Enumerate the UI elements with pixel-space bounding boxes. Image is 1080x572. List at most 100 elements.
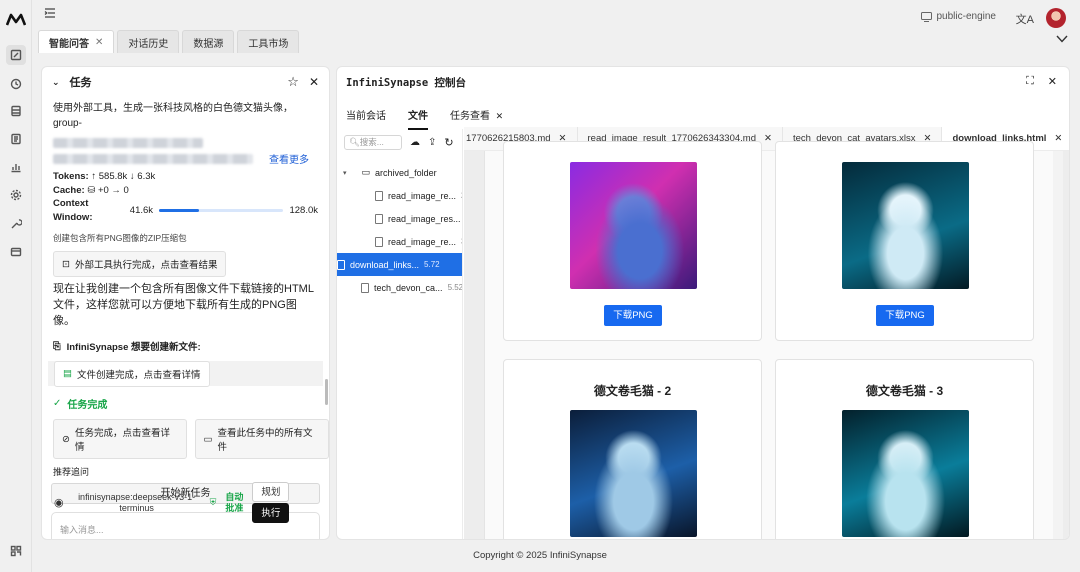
check-circle-icon: ⊘ [62, 433, 70, 445]
suggested-label: 推荐追问 [53, 467, 90, 477]
tokens-down: ↓ 6.3k [129, 171, 156, 182]
plan-button[interactable]: 规划 [252, 482, 290, 502]
tree-file[interactable]: read_image_res... [337, 207, 462, 230]
file-icon [375, 236, 383, 247]
terminal-icon: ⊡ [62, 258, 70, 270]
nav-chart-icon[interactable] [6, 157, 26, 177]
infinisynapse-logo-icon[interactable] [6, 12, 26, 28]
cat-image [570, 162, 697, 289]
close-icon[interactable]: ✕ [496, 111, 504, 121]
user-avatar[interactable] [1046, 8, 1066, 28]
tab-chat-history[interactable]: 对话历史 [117, 30, 180, 53]
fullscreen-icon[interactable]: ⛶ [1026, 75, 1034, 88]
scrollbar-thumb[interactable] [325, 379, 328, 405]
view-all-files-label: 查看此任务中的所有文件 [217, 428, 313, 453]
close-icon[interactable]: ✕ [1048, 75, 1057, 88]
model-name[interactable]: infinisynapse:deepseek-v3-1-terminus [72, 492, 202, 514]
nav-settings-icon[interactable] [6, 185, 26, 205]
view-details-button[interactable]: ⊘ 任务完成，点击查看详情 [53, 419, 187, 459]
create-file-label: InfiniSynapse 想要创建新文件: [66, 342, 201, 353]
tab-tool-market[interactable]: 工具市场 [237, 30, 300, 53]
download-png-button[interactable]: 下载PNG [604, 305, 662, 326]
nav-datasource-icon[interactable] [6, 101, 26, 121]
engine-selector[interactable]: public-engine [920, 11, 997, 22]
top-bar: public-engine 文A [32, 0, 1080, 30]
subtab-files[interactable]: 文件 [408, 107, 428, 130]
tree-file[interactable]: tech_devon_ca... 5.52 [337, 276, 462, 299]
file-search-input[interactable]: 🔍︎搜索... [344, 134, 402, 150]
card-title: 德文卷毛猫 - 2 [593, 384, 672, 398]
close-icon[interactable]: ✕ [1054, 133, 1062, 144]
file-add-icon: ⎘ [53, 340, 61, 352]
main-tabs: 智能问答 ✕ 对话历史 数据源 工具市场 [38, 30, 300, 53]
tool-result-button[interactable]: ⊡ 外部工具执行完成，点击查看结果 [53, 251, 227, 277]
tree-file[interactable]: read_image_re... 2 [337, 184, 462, 207]
tab-smart-qa[interactable]: 智能问答 ✕ [38, 30, 115, 53]
tokens-up: ↑ 585.8k [91, 171, 128, 182]
tree-file[interactable]: read_image_re... 3 [337, 230, 462, 253]
file-created-label: 文件创建完成，点击查看详情 [76, 369, 201, 381]
redacted-text [53, 138, 203, 148]
close-icon[interactable]: ✕ [95, 37, 103, 48]
file-icon [337, 259, 345, 270]
html-preview: 下载PNG 下载PNG 德文卷毛猫 - 2 德文卷毛猫 - 3 [464, 141, 1069, 539]
view-all-files-button[interactable]: ▭ 查看此任务中的所有文件 [194, 419, 329, 459]
collapse-menu-icon[interactable] [44, 7, 56, 19]
tree-file-download-links[interactable]: download_links... 5.72 [337, 253, 462, 276]
nav-card-icon[interactable] [6, 242, 26, 262]
engine-label: public-engine [936, 11, 997, 22]
upload-cloud-icon[interactable]: ☁ [410, 137, 420, 148]
model-row: ◉ infinisynapse:deepseek-v3-1-terminus ⛨… [54, 482, 324, 523]
file-created-row: ▤ 文件创建完成，点击查看详情 [48, 360, 323, 387]
context-label: Context Window: [53, 198, 93, 223]
cat-image [570, 410, 697, 537]
subtab-current-session[interactable]: 当前会话 [346, 107, 386, 130]
nav-chat-icon[interactable] [6, 45, 26, 65]
robot-icon: ◉ [54, 497, 64, 509]
auto-approve-toggle[interactable]: 自动批准 [224, 492, 244, 514]
star-icon[interactable]: ☆ [287, 74, 299, 90]
footer-copyright: Copyright © 2025 InfiniSynapse [473, 550, 607, 561]
tree-item-label: read_image_re... [388, 236, 457, 247]
refresh-icon[interactable]: ↻ [444, 136, 453, 149]
nav-tools-icon[interactable] [6, 214, 26, 234]
file-created-button[interactable]: ▤ 文件创建完成，点击查看详情 [54, 360, 210, 387]
tree-item-label: tech_devon_ca... [374, 282, 443, 293]
context-max: 128.0k [289, 204, 318, 216]
close-icon[interactable]: ✕ [309, 75, 319, 89]
see-more-link[interactable]: 查看更多 [269, 151, 309, 166]
cat-image [842, 410, 969, 537]
subtab-label: 任务查看 [450, 111, 490, 122]
tree-item-label: read_image_re... [388, 190, 457, 201]
run-button[interactable]: 执行 [252, 503, 290, 523]
upload-icon[interactable]: ⇪ [428, 137, 436, 148]
task-title: 任务 [69, 77, 92, 89]
nav-history-icon[interactable] [6, 74, 26, 94]
monitor-icon [920, 11, 932, 22]
tree-folder-archived[interactable]: ▾ ▭ archived_folder [337, 161, 462, 184]
preview-scrollbar[interactable] [1053, 151, 1063, 539]
nav-document-icon[interactable] [6, 129, 26, 149]
message-placeholder: 输入消息... [60, 525, 104, 535]
assistant-message: 现在让我创建一个包含所有图像文件下载链接的HTML文件，这样您就可以方便地下载所… [53, 283, 314, 327]
view-details-label: 任务完成，点击查看详情 [74, 428, 170, 453]
task-panel-header: ⌄ 任务 ☆ ✕ [42, 67, 329, 97]
caret-down-icon: ▾ [343, 169, 347, 177]
mode-buttons: 规划 执行 [252, 482, 290, 523]
file-size: 5.52 [447, 283, 462, 292]
translate-icon[interactable]: 文A [1016, 11, 1034, 27]
file-icon [375, 213, 383, 224]
redacted-row: 查看更多 [42, 151, 329, 166]
task-complete-label: 任务完成 [67, 400, 108, 411]
chevron-down-icon[interactable]: ⌄ [52, 77, 60, 88]
download-png-button[interactable]: 下载PNG [876, 305, 934, 326]
close-icon[interactable]: ✕ [764, 133, 772, 144]
cat-card: 下载PNG [503, 141, 762, 341]
file-size: 2 [461, 191, 462, 200]
card-title: 德文卷毛猫 - 3 [865, 384, 944, 398]
chevron-down-icon[interactable] [1056, 34, 1068, 44]
cat-card: 德文卷毛猫 - 3 [775, 359, 1034, 539]
tab-datasource[interactable]: 数据源 [182, 30, 235, 53]
nav-rail [0, 0, 32, 572]
cat-image [842, 162, 969, 289]
